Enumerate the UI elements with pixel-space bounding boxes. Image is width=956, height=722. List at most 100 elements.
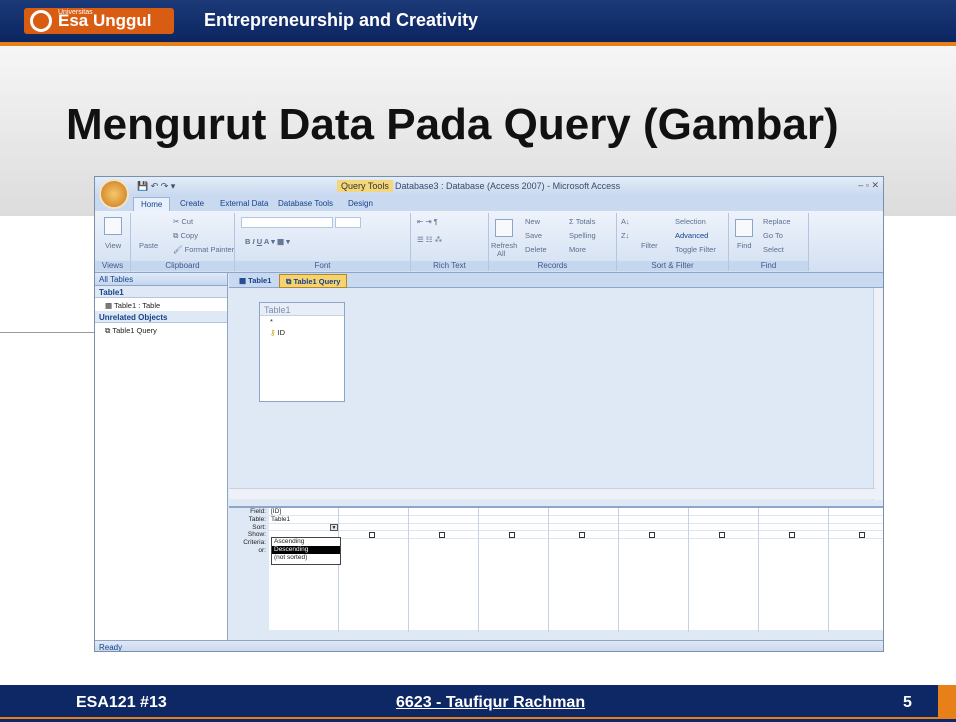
- font-name-box[interactable]: [241, 217, 333, 228]
- find-group: Find Replace Go To Select Find: [729, 213, 809, 271]
- vertical-scrollbar[interactable]: [873, 288, 883, 500]
- view-button[interactable]: View: [105, 241, 121, 250]
- quick-access-toolbar[interactable]: 💾 ↶ ↷ ▾: [137, 181, 175, 192]
- views-group: View Views: [95, 213, 131, 271]
- nav-item-query[interactable]: ⧉ Table1 Query: [95, 323, 227, 336]
- binoculars-icon[interactable]: [735, 219, 753, 237]
- office-button[interactable]: [99, 179, 129, 209]
- more-button[interactable]: More: [569, 245, 586, 254]
- doc-tab-query[interactable]: ⧉ Table1 Query: [279, 274, 348, 288]
- refresh-all-label: All: [497, 249, 506, 258]
- show-checkbox[interactable]: [859, 532, 865, 539]
- tab-external-data[interactable]: External Data: [213, 197, 275, 210]
- grid-column[interactable]: [479, 508, 549, 632]
- field-id[interactable]: ⚷ ID: [260, 327, 344, 338]
- nav-item-table1[interactable]: ▦ Table1 : Table: [95, 298, 227, 311]
- filter-button[interactable]: Filter: [641, 241, 658, 250]
- tab-home[interactable]: Home: [133, 197, 171, 211]
- footer-line: [0, 717, 956, 719]
- access-window: 💾 ↶ ↷ ▾ Query Tools Database3 : Database…: [94, 176, 884, 652]
- refresh-icon[interactable]: [495, 219, 513, 237]
- select-button[interactable]: Select: [763, 245, 784, 254]
- ribbon-tabs: Home Create External Data Database Tools…: [95, 195, 883, 211]
- sort-option-descending[interactable]: Descending: [272, 546, 340, 554]
- sort-filter-group: A↓ Z↓ Filter Selection Advanced Toggle F…: [617, 213, 729, 271]
- sort-option-ascending[interactable]: Ascending: [272, 538, 340, 546]
- chevron-down-icon[interactable]: ▼: [330, 523, 338, 531]
- cut-button[interactable]: ✂ Cut: [173, 217, 193, 226]
- footer-author: 6623 - Taufiqur Rachman: [396, 694, 586, 711]
- nav-section-table1[interactable]: Table1: [95, 286, 227, 298]
- university-logo: Universitas Esa Unggul: [24, 8, 174, 34]
- show-checkbox[interactable]: [509, 532, 515, 539]
- list-icon[interactable]: ☰ ☷ ⁂: [417, 235, 442, 244]
- grid-column[interactable]: [829, 508, 883, 632]
- sort-cell[interactable]: ▼: [269, 523, 338, 532]
- new-record-button[interactable]: New: [525, 217, 540, 226]
- selection-button[interactable]: Selection: [675, 217, 706, 226]
- records-group: Refresh All New Save Delete Σ Totals Spe…: [489, 213, 617, 271]
- grid-column[interactable]: [549, 508, 619, 632]
- grid-column[interactable]: [339, 508, 409, 632]
- view-icon[interactable]: [104, 217, 122, 235]
- replace-button[interactable]: Replace: [763, 217, 791, 226]
- query-design-grid: Field: Table: Sort: Show: Criteria: or: …: [229, 506, 883, 632]
- sort-descending-icon[interactable]: Z↓: [621, 231, 629, 240]
- delete-record-button[interactable]: Delete: [525, 245, 547, 254]
- tab-database-tools[interactable]: Database Tools: [271, 197, 340, 210]
- divider: [0, 332, 94, 333]
- show-checkbox[interactable]: [439, 532, 445, 539]
- bold-icon[interactable]: B I U A ▾ ▦ ▾: [245, 237, 290, 246]
- window-title: Database3 : Database (Access 2007) - Mic…: [395, 181, 621, 191]
- font-size-box[interactable]: [335, 217, 361, 228]
- horizontal-scrollbar[interactable]: [229, 488, 875, 499]
- show-checkbox[interactable]: [369, 532, 375, 539]
- totals-button[interactable]: Σ Totals: [569, 217, 595, 226]
- tab-create[interactable]: Create: [173, 197, 211, 210]
- sort-dropdown-list[interactable]: Ascending Descending (not sorted): [271, 537, 341, 565]
- grid-column[interactable]: [409, 508, 479, 632]
- grid-column[interactable]: [619, 508, 689, 632]
- grid-label: Show:: [247, 531, 266, 539]
- footer-course-code: ESA121 #13: [76, 694, 167, 711]
- format-painter-button[interactable]: 🖌 Format Painter: [173, 245, 234, 254]
- clipboard-group: Paste ✂ Cut ⧉ Copy 🖌 Format Painter Clip…: [131, 213, 235, 271]
- sort-option-not-sorted[interactable]: (not sorted): [272, 554, 340, 562]
- totals-label: Totals: [575, 217, 596, 226]
- doc-tab-label: Table1 Query: [293, 277, 341, 286]
- goto-button[interactable]: Go To: [763, 231, 783, 240]
- window-controls[interactable]: – ▫ ✕: [858, 180, 879, 191]
- field-cell[interactable]: [ID]: [269, 508, 338, 516]
- slide-header: Universitas Esa Unggul Entrepreneurship a…: [0, 0, 956, 42]
- group-label: Records: [489, 261, 616, 271]
- grid-column[interactable]: [759, 508, 829, 632]
- table-cell[interactable]: Table1: [269, 516, 338, 524]
- show-checkbox[interactable]: [719, 532, 725, 539]
- paste-button[interactable]: Paste: [139, 241, 158, 250]
- copy-button[interactable]: ⧉ Copy: [173, 231, 198, 241]
- show-checkbox[interactable]: [579, 532, 585, 539]
- doc-tab-table1[interactable]: ▦ Table1: [233, 274, 277, 288]
- indent-icon[interactable]: ⇤ ⇥ ¶: [417, 217, 438, 226]
- nav-item-label: Table1 : Table: [114, 301, 161, 310]
- cut-label: Cut: [181, 217, 194, 226]
- field-all[interactable]: *: [260, 316, 344, 327]
- spelling-button[interactable]: Spelling: [569, 231, 596, 240]
- toggle-filter-button[interactable]: Toggle Filter: [675, 245, 716, 254]
- grid-column[interactable]: [689, 508, 759, 632]
- nav-section-unrelated[interactable]: Unrelated Objects: [95, 311, 227, 323]
- sort-ascending-icon[interactable]: A↓: [621, 217, 630, 226]
- group-label: Views: [95, 261, 130, 271]
- show-checkbox[interactable]: [649, 532, 655, 539]
- field-id-label: ID: [277, 328, 286, 337]
- nav-header[interactable]: All Tables: [95, 273, 227, 286]
- table-field-list[interactable]: Table1 * ⚷ ID: [259, 302, 345, 402]
- save-record-button[interactable]: Save: [525, 231, 542, 240]
- grid-columns: [ID] Table1 ▼: [269, 508, 883, 632]
- advanced-button[interactable]: Advanced: [675, 231, 708, 240]
- group-label: Rich Text: [411, 261, 488, 271]
- grid-column[interactable]: [ID] Table1 ▼: [269, 508, 339, 632]
- show-checkbox[interactable]: [789, 532, 795, 539]
- tab-design[interactable]: Design: [341, 197, 380, 210]
- find-button[interactable]: Find: [737, 241, 752, 250]
